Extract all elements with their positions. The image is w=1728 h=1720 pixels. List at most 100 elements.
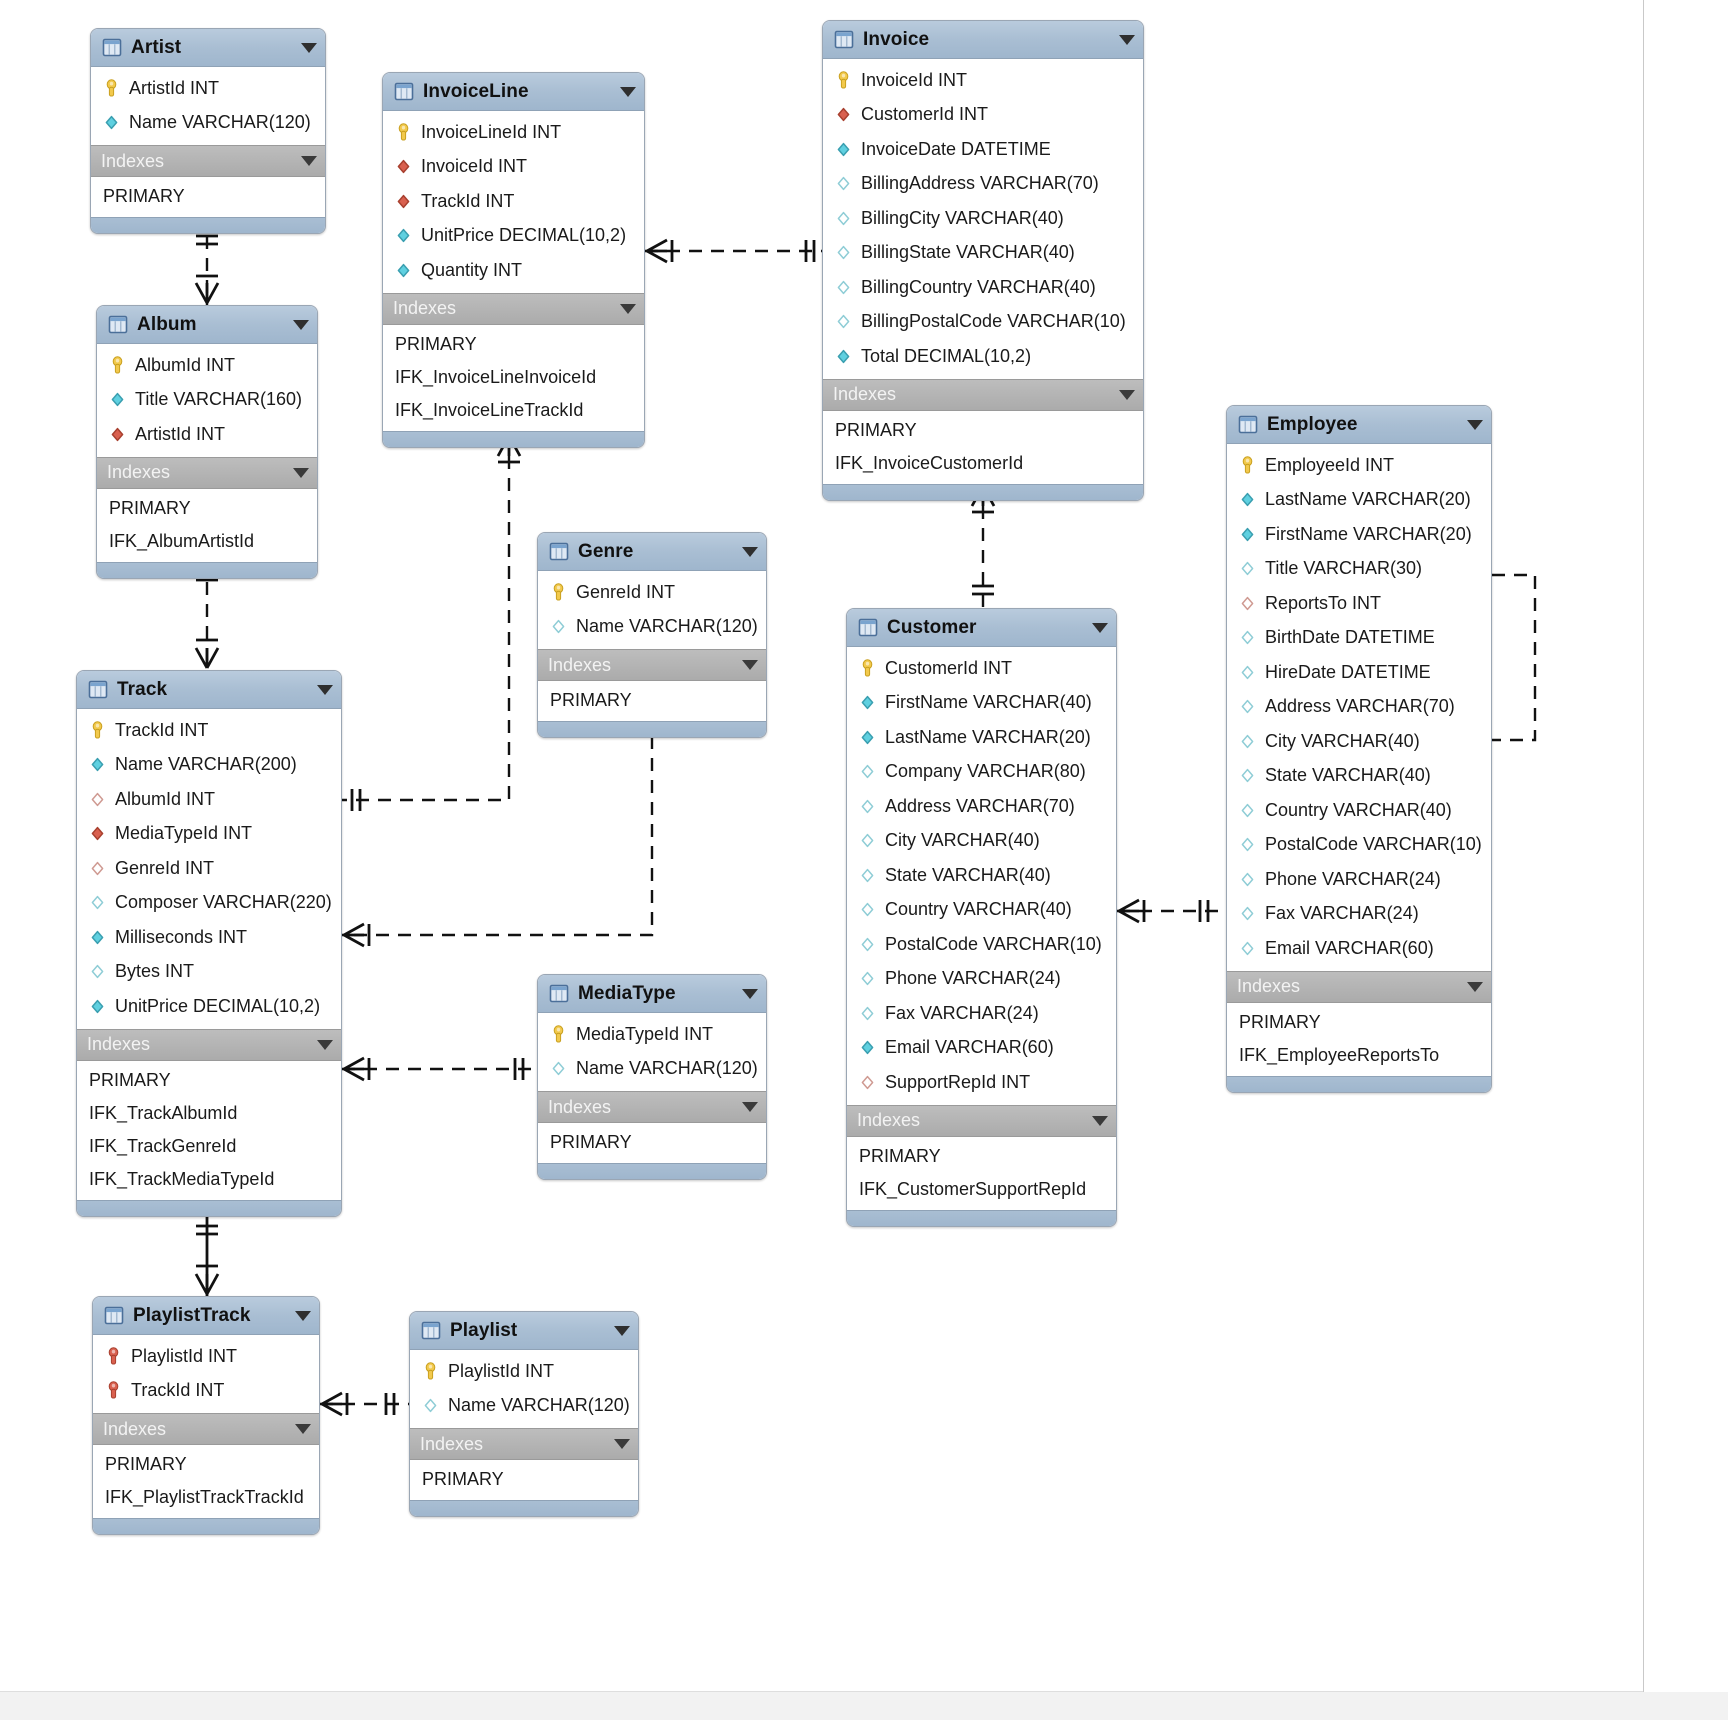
column-row[interactable]: UnitPrice DECIMAL(10,2) — [383, 219, 644, 254]
table-header-customer[interactable]: Customer — [847, 609, 1116, 647]
column-row[interactable]: City VARCHAR(40) — [1227, 724, 1491, 759]
column-row[interactable]: Company VARCHAR(80) — [847, 755, 1116, 790]
column-row[interactable]: MediaTypeId INT — [538, 1017, 766, 1052]
table-playlisttrack[interactable]: PlaylistTrack PlaylistId INT TrackId INT… — [92, 1296, 320, 1535]
chevron-down-icon[interactable] — [742, 1102, 758, 1112]
indexes-section-header[interactable]: Indexes — [847, 1104, 1116, 1137]
column-row[interactable]: Country VARCHAR(40) — [847, 893, 1116, 928]
column-row[interactable]: ReportsTo INT — [1227, 586, 1491, 621]
column-row[interactable]: BillingCountry VARCHAR(40) — [823, 270, 1143, 305]
eer-diagram-canvas[interactable]: Artist ArtistId INT Name VARCHAR(120) Ind… — [0, 0, 1728, 1720]
column-row[interactable]: Phone VARCHAR(24) — [847, 962, 1116, 997]
index-row[interactable]: PRIMARY — [383, 328, 644, 361]
column-row[interactable]: BillingPostalCode VARCHAR(10) — [823, 305, 1143, 340]
index-row[interactable]: PRIMARY — [410, 1463, 638, 1496]
chevron-down-icon[interactable] — [295, 1424, 311, 1434]
column-row[interactable]: BillingState VARCHAR(40) — [823, 236, 1143, 271]
column-row[interactable]: Email VARCHAR(60) — [847, 1031, 1116, 1066]
column-row[interactable]: LastName VARCHAR(20) — [1227, 483, 1491, 518]
table-album[interactable]: Album AlbumId INT Title VARCHAR(160) Art… — [96, 305, 318, 579]
indexes-section-header[interactable]: Indexes — [97, 456, 317, 489]
index-row[interactable]: PRIMARY — [77, 1064, 341, 1097]
table-header-genre[interactable]: Genre — [538, 533, 766, 571]
table-employee[interactable]: Employee EmployeeId INT LastName VARCHAR… — [1226, 405, 1492, 1093]
chevron-down-icon[interactable] — [1092, 1115, 1108, 1126]
chevron-down-icon[interactable] — [301, 156, 317, 166]
chevron-down-icon[interactable] — [1119, 389, 1135, 400]
column-row[interactable]: PostalCode VARCHAR(10) — [847, 927, 1116, 962]
index-row[interactable]: PRIMARY — [91, 180, 325, 213]
column-row[interactable]: BillingAddress VARCHAR(70) — [823, 167, 1143, 202]
column-row[interactable]: ArtistId INT — [91, 71, 325, 106]
index-row[interactable]: IFK_PlaylistTrackTrackId — [93, 1481, 319, 1514]
chevron-down-icon[interactable] — [742, 988, 758, 999]
index-row[interactable]: PRIMARY — [823, 414, 1143, 447]
column-row[interactable]: InvoiceLineId INT — [383, 115, 644, 150]
table-header-album[interactable]: Album — [97, 306, 317, 344]
index-row[interactable]: PRIMARY — [93, 1448, 319, 1481]
column-row[interactable]: Name VARCHAR(200) — [77, 748, 341, 783]
chevron-down-icon[interactable] — [614, 1439, 630, 1449]
table-header-mediatype[interactable]: MediaType — [538, 975, 766, 1013]
column-row[interactable]: BirthDate DATETIME — [1227, 621, 1491, 656]
column-row[interactable]: TrackId INT — [93, 1374, 319, 1409]
indexes-section-header[interactable]: Indexes — [538, 649, 766, 681]
table-header-invoiceline[interactable]: InvoiceLine — [383, 73, 644, 111]
column-row[interactable]: EmployeeId INT — [1227, 448, 1491, 483]
column-row[interactable]: Name VARCHAR(120) — [410, 1389, 638, 1424]
chevron-down-icon[interactable] — [293, 319, 309, 330]
column-row[interactable]: PostalCode VARCHAR(10) — [1227, 828, 1491, 863]
column-row[interactable]: Fax VARCHAR(24) — [1227, 897, 1491, 932]
index-row[interactable]: IFK_InvoiceCustomerId — [823, 447, 1143, 480]
index-row[interactable]: IFK_TrackMediaTypeId — [77, 1163, 341, 1196]
table-header-invoice[interactable]: Invoice — [823, 21, 1143, 59]
column-row[interactable]: ArtistId INT — [97, 417, 317, 452]
column-row[interactable]: Name VARCHAR(120) — [91, 106, 325, 141]
chevron-down-icon[interactable] — [1467, 419, 1483, 430]
chevron-down-icon[interactable] — [620, 303, 636, 314]
column-row[interactable]: Total DECIMAL(10,2) — [823, 339, 1143, 374]
column-row[interactable]: UnitPrice DECIMAL(10,2) — [77, 989, 341, 1024]
column-row[interactable]: TrackId INT — [383, 184, 644, 219]
index-row[interactable]: IFK_CustomerSupportRepId — [847, 1173, 1116, 1206]
table-playlist[interactable]: Playlist PlaylistId INT Name VARCHAR(120… — [409, 1311, 639, 1517]
column-row[interactable]: Address VARCHAR(70) — [847, 789, 1116, 824]
column-row[interactable]: TrackId INT — [77, 713, 341, 748]
indexes-section-header[interactable]: Indexes — [77, 1028, 341, 1061]
column-row[interactable]: Composer VARCHAR(220) — [77, 886, 341, 921]
index-row[interactable]: IFK_AlbumArtistId — [97, 525, 317, 558]
column-row[interactable]: SupportRepId INT — [847, 1065, 1116, 1100]
column-row[interactable]: FirstName VARCHAR(20) — [1227, 517, 1491, 552]
chevron-down-icon[interactable] — [317, 1039, 333, 1050]
index-row[interactable]: PRIMARY — [97, 492, 317, 525]
column-row[interactable]: Title VARCHAR(160) — [97, 383, 317, 418]
column-row[interactable]: BillingCity VARCHAR(40) — [823, 201, 1143, 236]
indexes-section-header[interactable]: Indexes — [91, 145, 325, 177]
column-row[interactable]: Fax VARCHAR(24) — [847, 996, 1116, 1031]
table-mediatype[interactable]: MediaType MediaTypeId INT Name VARCHAR(1… — [537, 974, 767, 1180]
column-row[interactable]: Country VARCHAR(40) — [1227, 793, 1491, 828]
table-genre[interactable]: Genre GenreId INT Name VARCHAR(120) Index… — [537, 532, 767, 738]
column-row[interactable]: FirstName VARCHAR(40) — [847, 686, 1116, 721]
column-row[interactable]: PlaylistId INT — [93, 1339, 319, 1374]
indexes-section-header[interactable]: Indexes — [823, 378, 1143, 411]
chevron-down-icon[interactable] — [293, 467, 309, 478]
index-row[interactable]: PRIMARY — [538, 684, 766, 717]
column-row[interactable]: LastName VARCHAR(20) — [847, 720, 1116, 755]
column-row[interactable]: CustomerId INT — [847, 651, 1116, 686]
column-row[interactable]: InvoiceId INT — [383, 150, 644, 185]
column-row[interactable]: PlaylistId INT — [410, 1354, 638, 1389]
column-row[interactable]: State VARCHAR(40) — [847, 858, 1116, 893]
chevron-down-icon[interactable] — [295, 1310, 311, 1321]
column-row[interactable]: InvoiceDate DATETIME — [823, 132, 1143, 167]
index-row[interactable]: IFK_TrackGenreId — [77, 1130, 341, 1163]
table-customer[interactable]: Customer CustomerId INT FirstName VARCHA… — [846, 608, 1117, 1227]
column-row[interactable]: GenreId INT — [77, 851, 341, 886]
table-header-artist[interactable]: Artist — [91, 29, 325, 67]
index-row[interactable]: IFK_InvoiceLineTrackId — [383, 394, 644, 427]
chevron-down-icon[interactable] — [742, 660, 758, 670]
indexes-section-header[interactable]: Indexes — [410, 1428, 638, 1460]
index-row[interactable]: PRIMARY — [538, 1126, 766, 1159]
chevron-down-icon[interactable] — [614, 1325, 630, 1336]
column-row[interactable]: Address VARCHAR(70) — [1227, 690, 1491, 725]
